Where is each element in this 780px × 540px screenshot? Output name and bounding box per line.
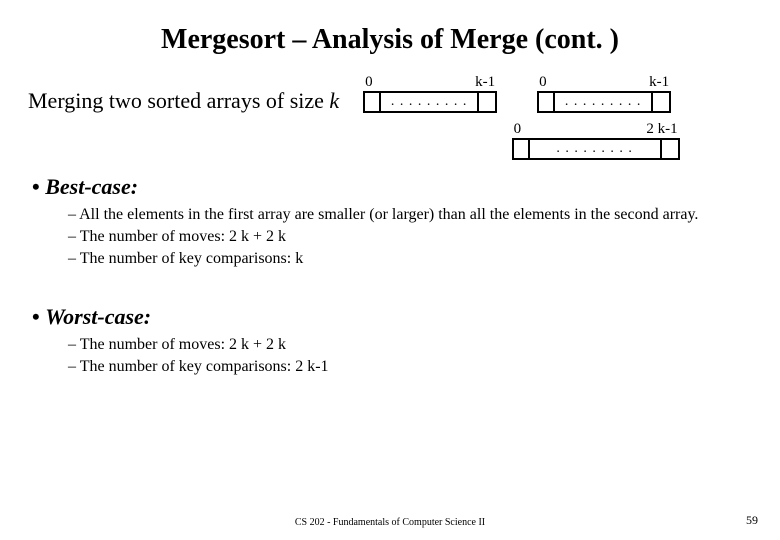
array-label-left: 0 xyxy=(539,74,547,91)
best-case-heading: Best-case: xyxy=(32,174,752,200)
array-box: . . . . . . . . . xyxy=(512,138,680,160)
intro-row: Merging two sorted arrays of size k 0 k-… xyxy=(28,74,752,160)
array-diagrams: 0 k-1 . . . . . . . . . 0 k-1 . . . . . … xyxy=(357,74,752,160)
content: Best-case: All the elements in the first… xyxy=(28,174,752,376)
array-box: . . . . . . . . . xyxy=(363,91,497,113)
input-arrays: 0 k-1 . . . . . . . . . 0 k-1 . . . . . … xyxy=(363,74,752,113)
array-cell-mid: . . . . . . . . . xyxy=(555,93,653,111)
array-label-right: 2 k-1 xyxy=(646,121,677,138)
array-input-1: 0 k-1 . . . . . . . . . xyxy=(537,74,671,113)
array-label-left: 0 xyxy=(365,74,373,91)
array-label-right: k-1 xyxy=(475,74,495,91)
array-cell-mid: . . . . . . . . . xyxy=(381,93,479,111)
slide-title: Mergesort – Analysis of Merge (cont. ) xyxy=(28,24,752,56)
array-cell-start xyxy=(539,93,555,111)
array-label-left: 0 xyxy=(514,121,522,138)
best-case-list: All the elements in the first array are … xyxy=(68,206,752,268)
array-cell-start xyxy=(514,140,530,158)
merging-var: k xyxy=(329,88,339,113)
array-label-right: k-1 xyxy=(649,74,669,91)
worst-case-heading: Worst-case: xyxy=(32,304,752,330)
merging-prefix: Merging two sorted arrays of size xyxy=(28,88,329,113)
array-cell-start xyxy=(365,93,381,111)
array-output: 0 2 k-1 . . . . . . . . . xyxy=(512,121,680,160)
list-item: The number of moves: 2 k + 2 k xyxy=(68,228,752,246)
array-box: . . . . . . . . . xyxy=(537,91,671,113)
list-item: The number of moves: 2 k + 2 k xyxy=(68,336,752,354)
worst-case-list: The number of moves: 2 k + 2 k The numbe… xyxy=(68,336,752,376)
array-cell-end xyxy=(662,140,678,158)
list-item: The number of key comparisons: k xyxy=(68,250,752,268)
list-item: The number of key comparisons: 2 k-1 xyxy=(68,358,752,376)
merging-text: Merging two sorted arrays of size k xyxy=(28,88,339,114)
footer-text: CS 202 - Fundamentals of Computer Scienc… xyxy=(0,517,780,528)
array-cell-end xyxy=(653,93,669,111)
array-input-0: 0 k-1 . . . . . . . . . xyxy=(363,74,497,113)
page-number: 59 xyxy=(746,513,758,528)
list-item: All the elements in the first array are … xyxy=(68,206,752,224)
array-cell-end xyxy=(479,93,495,111)
array-cell-mid: . . . . . . . . . xyxy=(530,140,662,158)
output-array-row: 0 2 k-1 . . . . . . . . . xyxy=(439,121,752,160)
